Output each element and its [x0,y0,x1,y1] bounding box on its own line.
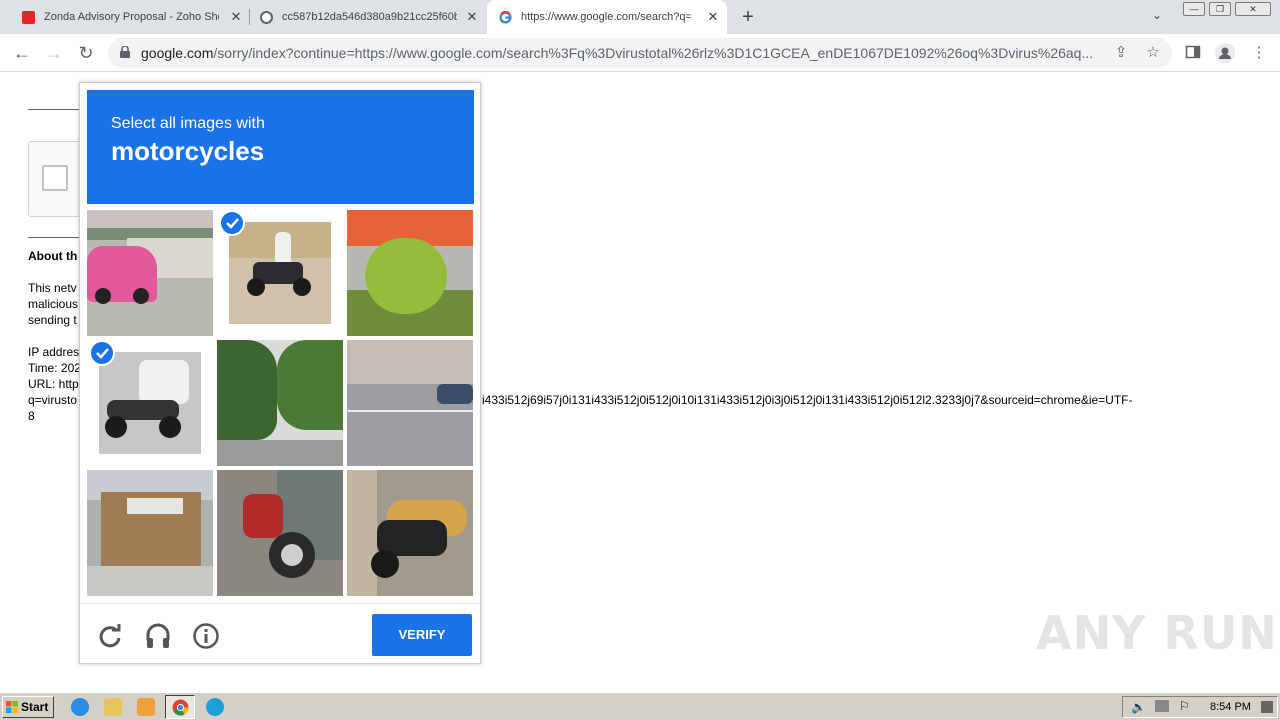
tab-title: Zonda Advisory Proposal - Zoho Sho [44,11,219,23]
divider [28,237,80,238]
lock-icon[interactable] [120,46,130,58]
file-explorer-icon[interactable] [104,698,122,716]
ip-line: IP addres [28,345,80,359]
volume-icon[interactable]: 🔈 [1131,700,1146,714]
tab-title: cc587b12da546d380a9b21cc25f60b [282,11,457,23]
captcha-tile-7[interactable] [87,470,213,596]
url-text[interactable]: google.com/sorry/index?continue=https://… [141,45,1106,61]
challenge-instruction: Select all images with [111,115,265,132]
close-tab-icon[interactable]: ✕ [464,9,480,25]
captcha-tile-1[interactable] [87,210,213,336]
globe-icon [260,11,273,24]
system-tray: 🔈 ⚐ 8:54 PM [1122,696,1278,718]
internet-explorer-icon[interactable] [71,698,89,716]
media-player-icon[interactable] [137,698,155,716]
tab-separator [249,9,250,25]
share-icon[interactable]: ⇪ [1112,44,1130,62]
divider [28,109,80,110]
google-g-icon [499,11,512,24]
captcha-tile-6[interactable] [347,340,473,466]
browser-toolbar: ← → ↻ google.com/sorry/index?continue=ht… [0,34,1280,72]
close-tab-icon[interactable]: ✕ [705,9,721,25]
tab-strip: Zonda Advisory Proposal - Zoho Sho ✕ cc5… [0,0,1280,34]
url-end-line: 8 [28,409,35,423]
chrome-icon [172,699,189,716]
forward-icon[interactable]: → [42,41,66,65]
challenge-header: Select all images with motorcycles [87,90,474,204]
verify-button[interactable]: VERIFY [372,614,472,656]
network-icon[interactable] [1155,700,1169,712]
challenge-target: motorcycles [111,136,265,166]
tab-search-icon[interactable]: ⌄ [1152,8,1162,22]
captcha-tile-9[interactable] [347,470,473,596]
para-line: malicious [28,297,79,311]
anyrun-watermark: ANY RUN [1036,606,1278,660]
info-icon[interactable] [192,622,220,650]
recaptcha-challenge: Select all images with motorcycles VERIF… [79,82,481,664]
tab-virustotal[interactable]: cc587b12da546d380a9b21cc25f60b ✕ [260,0,480,34]
recaptcha-checkbox[interactable] [42,165,68,191]
close-window-button[interactable]: ✕ [1235,2,1271,16]
windows-flag-icon [6,701,18,713]
action-center-flag-icon[interactable]: ⚐ [1179,699,1190,713]
show-desktop-icon[interactable] [1261,701,1273,713]
zoho-favicon-icon [22,11,35,24]
selected-check-icon [219,210,245,236]
tab-zoho[interactable]: Zonda Advisory Proposal - Zoho Sho ✕ [22,0,244,34]
reload-challenge-icon[interactable] [96,622,124,650]
close-tab-icon[interactable]: ✕ [228,9,244,25]
address-bar[interactable]: google.com/sorry/index?continue=https://… [108,38,1172,68]
start-label: Start [21,700,49,714]
about-heading: About th [28,249,78,263]
url-line: URL: http [28,377,79,391]
side-panel-icon[interactable] [1184,44,1202,62]
edge-icon[interactable] [206,698,224,716]
para-line: This netv [28,281,77,295]
new-tab-button[interactable]: + [737,6,759,28]
captcha-tile-5[interactable] [217,340,343,466]
captcha-tile-3[interactable] [347,210,473,336]
para-line: sending t [28,313,77,327]
tab-google-search[interactable]: https://www.google.com/search?q= ✕ [487,0,727,34]
minimize-button[interactable]: — [1183,2,1205,16]
profile-avatar-icon[interactable] [1215,43,1235,63]
challenge-footer: VERIFY [80,603,480,663]
start-button[interactable]: Start [2,696,54,718]
restore-button[interactable]: ❐ [1209,2,1231,16]
clock[interactable]: 8:54 PM [1210,701,1251,713]
tab-title: https://www.google.com/search?q= [521,11,691,23]
url-overflow-text: i433i512j69i57j0i131i433i512j0i512j0i10i… [482,393,1133,407]
chrome-taskbar-button[interactable] [165,695,195,719]
bookmark-star-icon[interactable]: ☆ [1144,44,1162,62]
taskbar: Start 🔈 ⚐ 8:54 PM [0,692,1280,720]
back-icon[interactable]: ← [10,41,34,65]
audio-challenge-icon[interactable] [144,622,172,650]
url-query-line: q=virusto [28,393,78,407]
menu-kebab-icon[interactable]: ⋮ [1250,44,1268,62]
captcha-tile-8[interactable] [217,470,343,596]
time-line: Time: 202 [28,361,81,375]
selected-check-icon [89,340,115,366]
reload-icon[interactable]: ↻ [74,41,98,65]
